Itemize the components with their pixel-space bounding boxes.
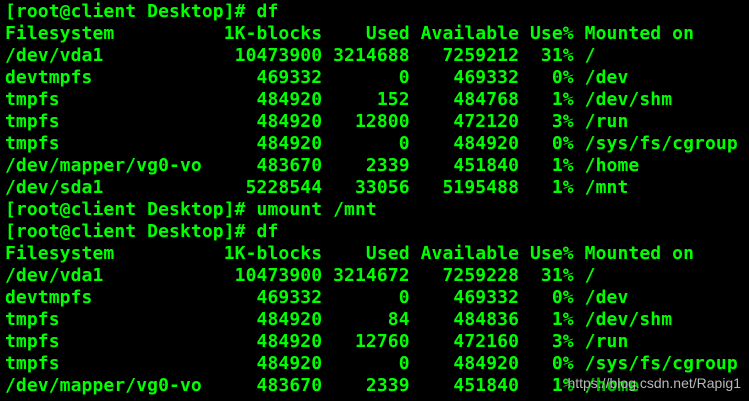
terminal-line: tmpfs 484920 84 484836 1% /dev/shm [5, 309, 673, 330]
terminal-line: /dev/vda1 10473900 3214688 7259212 31% / [5, 45, 596, 66]
terminal-line: [root@client Desktop]# df [5, 221, 279, 242]
terminal-line: tmpfs 484920 12760 472160 3% /run [5, 331, 629, 352]
terminal-line: Filesystem 1K-blocks Used Available Use%… [5, 243, 695, 264]
terminal-line: [root@client Desktop]# df [5, 1, 279, 22]
terminal-line: Filesystem 1K-blocks Used Available Use%… [5, 23, 695, 44]
terminal-cursor-line [5, 397, 749, 401]
watermark: https://blog.csdn.net/Rapig1 [567, 375, 741, 391]
terminal-line: devtmpfs 469332 0 469332 0% /dev [5, 287, 629, 308]
terminal-line: /dev/sda1 5228544 33056 5195488 1% /mnt [5, 177, 629, 198]
terminal-line: devtmpfs 469332 0 469332 0% /dev [5, 67, 629, 88]
terminal-line: tmpfs 484920 0 484920 0% /sys/fs/cgroup [5, 353, 738, 374]
terminal-line: tmpfs 484920 0 484920 0% /sys/fs/cgroup [5, 133, 738, 154]
terminal-line: /dev/mapper/vg0-vo 483670 2339 451840 1%… [5, 155, 640, 176]
terminal-line: tmpfs 484920 152 484768 1% /dev/shm [5, 89, 673, 110]
terminal-line: tmpfs 484920 12800 472120 3% /run [5, 111, 629, 132]
terminal-window[interactable]: [root@client Desktop]# df Filesystem 1K-… [0, 0, 749, 401]
terminal-line: /dev/vda1 10473900 3214672 7259228 31% / [5, 265, 596, 286]
terminal-line: [root@client Desktop]# umount /mnt [5, 199, 377, 220]
